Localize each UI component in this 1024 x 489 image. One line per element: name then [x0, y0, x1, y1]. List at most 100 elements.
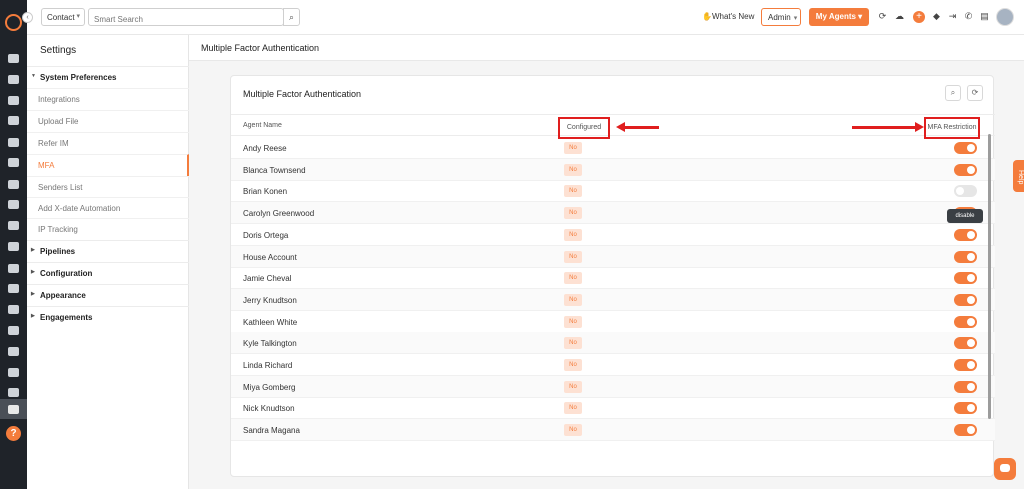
mfa-restriction-toggle[interactable]	[954, 272, 977, 285]
mfa-restriction-toggle[interactable]	[954, 250, 977, 263]
agent-name: Kathleen White	[243, 317, 298, 327]
configured-badge: No	[564, 380, 582, 393]
avatar[interactable]	[996, 8, 1014, 26]
menu-group-appearance[interactable]: ▶ Appearance	[27, 284, 189, 306]
hand-icon: ✋	[702, 12, 712, 21]
refresh-icon[interactable]: ⟳	[878, 12, 887, 21]
table-row: Carolyn Greenwood No	[231, 202, 995, 225]
google-icon[interactable]	[8, 284, 19, 293]
menu-item-ip-tracking[interactable]: IP Tracking	[27, 218, 189, 240]
contact-card-icon[interactable]	[8, 158, 19, 167]
menu-item-label: IP Tracking	[38, 225, 78, 234]
documents-icon[interactable]	[8, 96, 19, 105]
configured-badge: No	[564, 424, 582, 437]
annotation-arrow-line	[625, 126, 659, 129]
bell-icon[interactable]: ◆	[932, 12, 941, 21]
card-search-button[interactable]: ⌕	[945, 85, 961, 101]
configured-badge: No	[564, 142, 582, 154]
menu-item-mfa[interactable]: MFA	[27, 154, 189, 176]
smart-search-input[interactable]	[88, 8, 284, 26]
contact-select[interactable]: Contact ▾	[41, 8, 85, 26]
card-title: Multiple Factor Authentication	[243, 89, 362, 99]
mail-icon[interactable]	[8, 347, 19, 356]
menu-group-label: System Preferences	[40, 73, 117, 82]
configured-badge: No	[564, 359, 582, 371]
chart-icon[interactable]	[8, 242, 19, 251]
calendar-icon[interactable]	[8, 326, 19, 335]
agent-name: House Account	[243, 252, 297, 262]
mfa-restriction-toggle[interactable]	[954, 315, 977, 328]
configured-badge: No	[564, 207, 582, 220]
annotation-arrow-head	[616, 122, 625, 132]
my-agents-button[interactable]: My Agents ▾	[809, 8, 869, 26]
table-row: Jerry Knudtson No	[231, 288, 995, 311]
settings-title: Settings	[40, 45, 77, 56]
mfa-restriction-toggle[interactable]	[954, 402, 977, 415]
table-row: Blanca Townsend No	[231, 158, 995, 181]
gear-icon[interactable]	[8, 405, 19, 414]
menu-item-label: Senders List	[38, 183, 83, 192]
search-button[interactable]: ⌕	[283, 8, 300, 26]
logout-icon[interactable]: ⇥	[948, 12, 957, 21]
mfa-restriction-toggle[interactable]	[954, 359, 977, 371]
card-refresh-button[interactable]: ⟳	[967, 85, 983, 101]
annotation-arrow-line	[852, 126, 915, 129]
calculator-top-icon[interactable]: ▤	[980, 12, 989, 21]
menu-item-refer-im[interactable]: Refer IM	[27, 132, 189, 154]
clipboard-icon[interactable]	[8, 221, 19, 230]
add-button[interactable]: +	[913, 11, 925, 23]
mfa-restriction-toggle[interactable]	[954, 337, 977, 350]
icon-rail: ?	[0, 0, 27, 489]
menu-group-configuration[interactable]: ▶ Configuration	[27, 262, 189, 284]
menu-item-senders-list[interactable]: Senders List	[27, 176, 189, 198]
scrollbar[interactable]	[988, 134, 991, 419]
menu-group-engagements[interactable]: ▶ Engagements	[27, 306, 189, 328]
agent-name: Carolyn Greenwood	[243, 209, 315, 219]
topbar: Contact ▾ ⌕ ✋What's New Admin▾ My Agents…	[27, 0, 1024, 35]
trend-icon[interactable]	[8, 368, 19, 377]
table-row: Jamie Cheval No	[231, 267, 995, 290]
cloud-icon[interactable]: ☁	[895, 12, 904, 21]
filter-icon[interactable]	[8, 180, 19, 189]
menu-group-system-preferences[interactable]: ▼ System Preferences	[27, 66, 189, 88]
mfa-restriction-toggle[interactable]	[954, 163, 977, 176]
dashboard-icon[interactable]	[8, 54, 19, 63]
contacts-icon[interactable]	[8, 75, 19, 84]
configured-badge: No	[564, 315, 582, 328]
table-row: Kathleen White No	[231, 311, 995, 333]
mfa-restriction-toggle[interactable]	[954, 142, 977, 154]
calculator-icon[interactable]	[8, 305, 19, 314]
table-row: House Account No	[231, 245, 995, 268]
tooltip: disable	[947, 209, 983, 223]
caret-right-icon: ▶	[31, 291, 35, 297]
folder-icon[interactable]	[8, 264, 19, 273]
analytics-icon[interactable]	[8, 388, 19, 397]
menu-item-upload-file[interactable]: Upload File	[27, 110, 189, 132]
chat-icon[interactable]	[994, 458, 1016, 480]
menu-item-label: Add X-date Automation	[38, 204, 121, 213]
configured-badge: No	[564, 228, 582, 241]
list-icon[interactable]	[8, 138, 19, 147]
collapse-sidebar-button[interactable]: ‹	[22, 12, 33, 23]
menu-group-pipelines[interactable]: ▶ Pipelines	[27, 240, 189, 262]
phone-icon[interactable]: ✆	[964, 12, 973, 21]
bank-icon[interactable]	[8, 116, 19, 125]
whats-new-link[interactable]: ✋What's New	[702, 12, 754, 21]
help-tab[interactable]: Help	[1013, 160, 1024, 192]
configured-badge: No	[564, 293, 582, 306]
menu-item-integrations[interactable]: Integrations	[27, 88, 189, 110]
menu-item-x-date-automation[interactable]: Add X-date Automation	[27, 197, 189, 219]
mfa-restriction-toggle[interactable]	[954, 380, 977, 393]
mfa-restriction-toggle[interactable]	[954, 293, 977, 306]
megaphone-icon[interactable]	[8, 200, 19, 209]
refresh-icon: ⟳	[971, 88, 979, 97]
configured-badge: No	[564, 272, 582, 285]
logo-icon[interactable]	[5, 14, 22, 31]
help-icon[interactable]: ?	[6, 426, 21, 441]
mfa-restriction-toggle[interactable]	[954, 424, 977, 437]
caret-right-icon: ▶	[31, 247, 35, 253]
header-mfa-restriction: MFA Restriction	[924, 117, 980, 139]
mfa-restriction-toggle[interactable]	[954, 228, 977, 241]
mfa-restriction-toggle[interactable]	[954, 185, 977, 198]
admin-select[interactable]: Admin ▾	[761, 8, 801, 26]
